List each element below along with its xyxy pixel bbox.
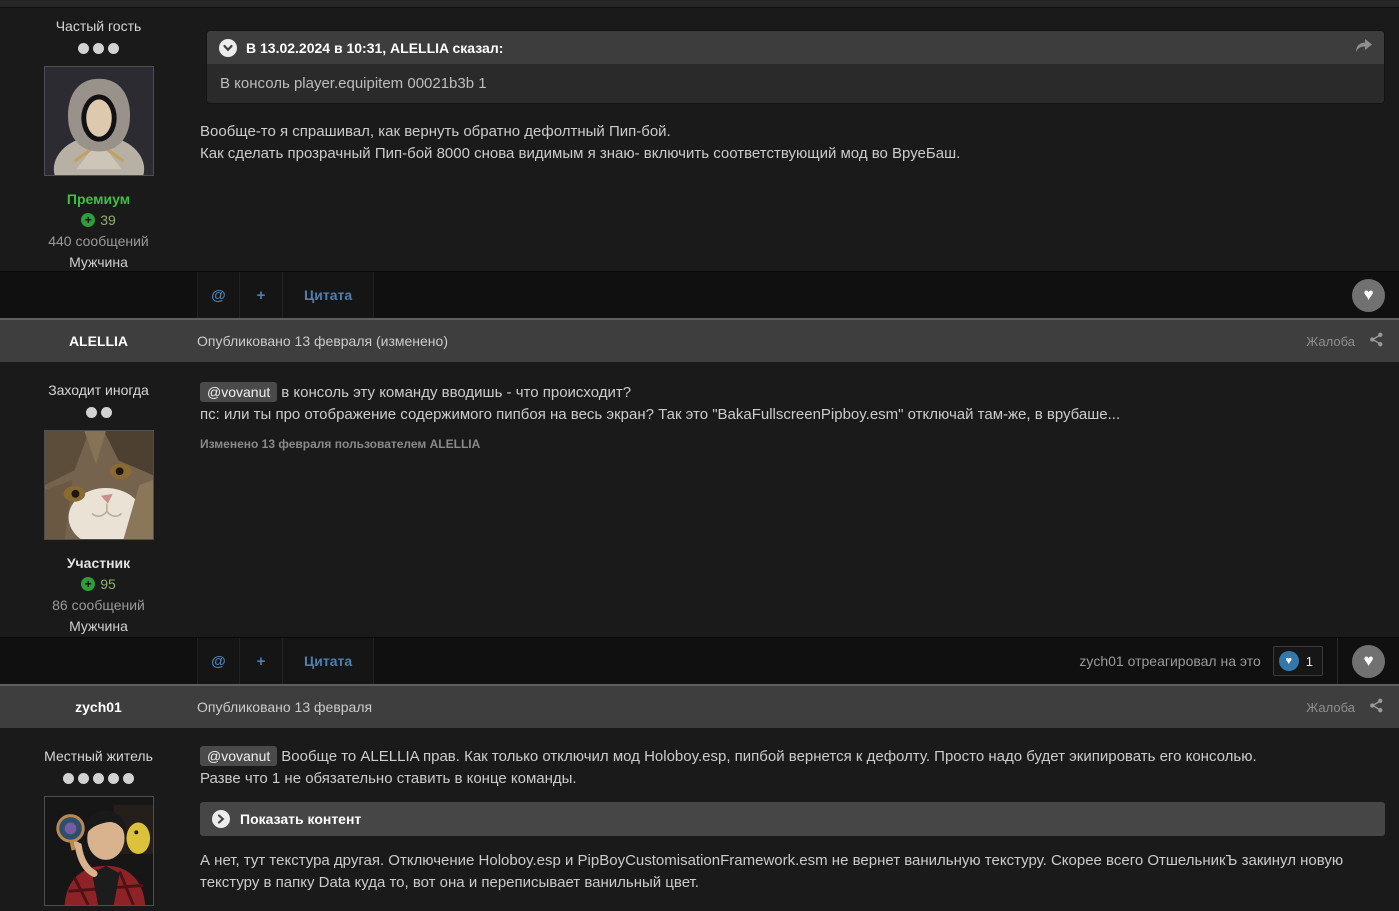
post-text: Вообще то ALELLIA прав. Как только отклю… <box>281 748 1256 765</box>
mention-button[interactable]: @ <box>197 638 240 684</box>
post-text-line: @vovanutв консоль эту команду вводишь - … <box>200 381 1385 404</box>
post-text-paragraph: А нет, тут текстура другая. Отключение H… <box>200 850 1385 894</box>
quote-block: В 13.02.2024 в 10:31, ALELLIA сказал: В … <box>206 30 1385 104</box>
avatar[interactable] <box>44 66 154 176</box>
share-icon[interactable] <box>1369 332 1384 351</box>
user-mention[interactable]: @vovanut <box>200 746 277 766</box>
post-2: ALELLIA Опубликовано 13 февраля (изменен… <box>0 318 1399 684</box>
mention-button[interactable]: @ <box>197 272 240 318</box>
post-2-author-panel: Заходит иногда <box>0 362 197 637</box>
message-count: 86 сообщений <box>0 597 197 613</box>
plus-icon: + <box>257 653 266 670</box>
gender: Мужчина <box>0 618 197 634</box>
goto-quoted-post-icon[interactable] <box>1355 39 1372 56</box>
multiquote-button[interactable]: + <box>240 638 283 684</box>
report-link[interactable]: Жалоба <box>1306 334 1355 349</box>
gender: Мужчина <box>0 254 197 270</box>
at-icon: @ <box>211 287 226 304</box>
post-1: Частый гость Премиум + 39 440 сообщений <box>0 8 1399 318</box>
share-icon[interactable] <box>1369 698 1384 717</box>
published-date: Опубликовано 13 февраля (изменено) <box>197 333 448 349</box>
quote-button[interactable]: Цитата <box>283 638 374 684</box>
reaction-summary: zych01 отреагировал на это <box>1079 653 1260 669</box>
author-name-link[interactable]: zych01 <box>0 699 197 715</box>
post-text: в консоль эту команду вводишь - что прои… <box>281 384 631 401</box>
post-1-author-panel: Частый гость Премиум + 39 440 сообщений <box>0 8 197 271</box>
cat-avatar-image <box>45 431 153 539</box>
post-1-content: В 13.02.2024 в 10:31, ALELLIA сказал: В … <box>197 8 1399 271</box>
rank-pips <box>0 771 197 783</box>
reputation-value: 95 <box>100 576 116 592</box>
member-group: Премиум <box>0 191 197 207</box>
person-avatar-image <box>45 797 153 905</box>
quoted-text: В консоль player.equipitem 00021b3b 1 <box>207 64 1384 103</box>
user-mention[interactable]: @vovanut <box>200 382 277 402</box>
avatar[interactable] <box>44 796 154 906</box>
post-2-content: @vovanutв консоль эту команду вводишь - … <box>197 362 1399 637</box>
rank-pips <box>0 41 197 53</box>
rank-title: Заходит иногда <box>0 382 197 398</box>
post-text-line: Вообще-то я спрашивал, как вернуть обрат… <box>200 121 1385 143</box>
like-button[interactable]: ♥ <box>1352 279 1385 312</box>
post-2-action-bar: @ + Цитата zych01 отреагировал на это ♥ … <box>0 637 1399 684</box>
author-name-link[interactable]: ALELLIA <box>0 333 197 349</box>
multiquote-button[interactable]: + <box>240 272 283 318</box>
spoiler-label: Показать контент <box>240 811 361 827</box>
spoiler-toggle[interactable]: Показать контент <box>200 802 1385 836</box>
report-link[interactable]: Жалоба <box>1306 700 1355 715</box>
post-text-line: пс: или ты про отображение содержимого п… <box>200 404 1385 426</box>
post-3-author-panel: Местный житель <box>0 728 197 911</box>
rank-pips <box>0 405 197 417</box>
message-count: 440 сообщений <box>0 233 197 249</box>
edited-note: Изменено 13 февраля пользователем ALELLI… <box>200 437 1385 451</box>
chevron-right-circle-icon <box>212 810 230 828</box>
post-1-action-bar: @ + Цитата ♥ <box>0 271 1399 318</box>
clipped-previous-content-strip <box>0 0 1399 8</box>
reputation: + 39 <box>0 212 197 228</box>
reputation-plus-icon: + <box>81 577 95 591</box>
reaction-count-badge[interactable]: ♥ 1 <box>1273 646 1323 676</box>
post-3-header: zych01 Опубликовано 13 февраля Жалоба <box>0 684 1399 728</box>
rank-title: Частый гость <box>0 18 197 34</box>
post-text-line: @vovanutВообще то ALELLIA прав. Как толь… <box>200 745 1385 768</box>
reputation-plus-icon: + <box>81 213 95 227</box>
divider <box>1337 638 1338 684</box>
heart-reaction-icon: ♥ <box>1279 651 1299 671</box>
post-3-content: @vovanutВообще то ALELLIA прав. Как толь… <box>197 728 1399 911</box>
post-text-line: Как сделать прозрачный Пип-бой 8000 снов… <box>200 143 1385 165</box>
post-2-header: ALELLIA Опубликовано 13 февраля (изменен… <box>0 318 1399 362</box>
at-icon: @ <box>211 653 226 670</box>
member-group: Участник <box>0 555 197 571</box>
hooded-figure-avatar-image <box>45 67 153 175</box>
quote-attribution: В 13.02.2024 в 10:31, ALELLIA сказал: <box>246 40 503 56</box>
avatar[interactable] <box>44 430 154 540</box>
heart-icon: ♥ <box>1363 285 1373 305</box>
quote-header[interactable]: В 13.02.2024 в 10:31, ALELLIA сказал: <box>207 31 1384 64</box>
plus-icon: + <box>257 287 266 304</box>
like-button[interactable]: ♥ <box>1352 645 1385 678</box>
rank-title: Местный житель <box>0 748 197 764</box>
chevron-down-circle-icon[interactable] <box>219 39 237 57</box>
quote-button[interactable]: Цитата <box>283 272 374 318</box>
published-date: Опубликовано 13 февраля <box>197 699 372 715</box>
heart-icon: ♥ <box>1363 651 1373 671</box>
post-text-line: Разве что 1 не обязательно ставить в кон… <box>200 768 1385 790</box>
reputation: + 95 <box>0 576 197 592</box>
reputation-value: 39 <box>100 212 116 228</box>
post-3: zych01 Опубликовано 13 февраля Жалоба Ме… <box>0 684 1399 911</box>
reaction-count: 1 <box>1306 654 1313 669</box>
